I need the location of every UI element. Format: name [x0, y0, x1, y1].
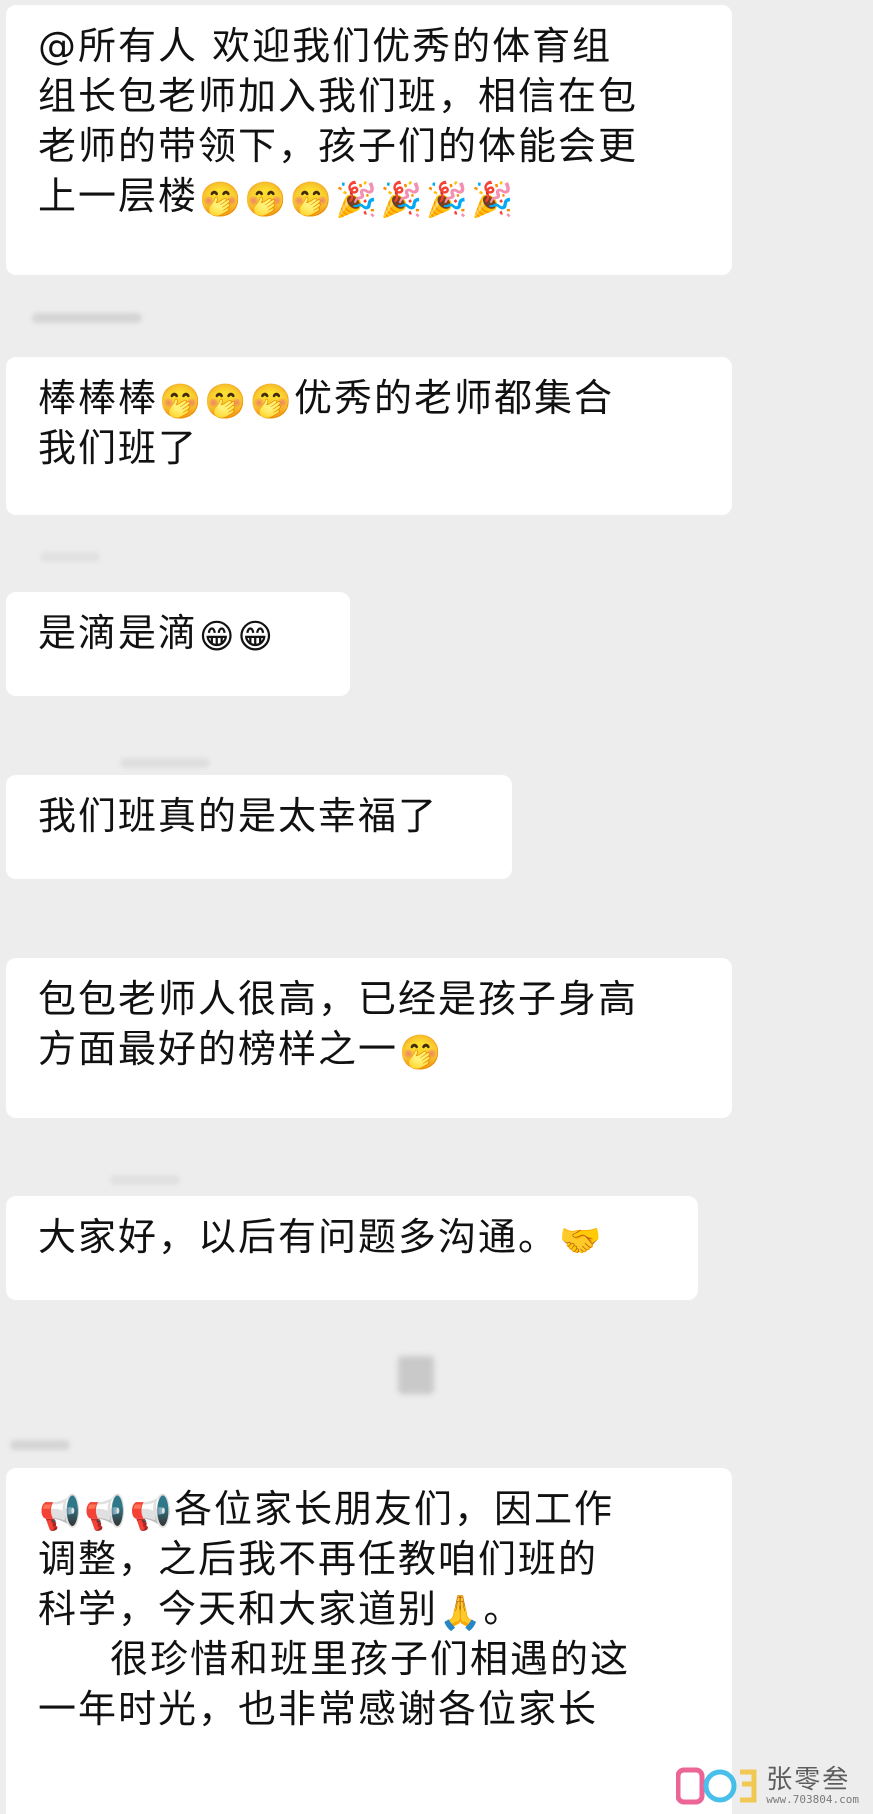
covering-mouth-emoji-icon: 🤭	[244, 180, 289, 220]
watermark-name: 张零叁	[766, 1765, 851, 1795]
covering-mouth-emoji-icon: 🤭	[399, 1033, 444, 1073]
message-text: 。	[483, 1587, 524, 1631]
message-text: 上一层楼	[38, 174, 199, 218]
sender-name-blurred	[40, 552, 100, 562]
message-text: 科学，今天和大家道别	[38, 1587, 439, 1631]
sender-name-blurred	[32, 313, 142, 323]
message-line: 科学，今天和大家道别🙏。	[38, 1584, 704, 1634]
message-bubble-farewell[interactable]: 📢📢📢各位家长朋友们，因工作 调整，之后我不再任教咱们班的 科学，今天和大家道别…	[6, 1468, 732, 1814]
folded-hands-emoji-icon: 🙏	[439, 1593, 484, 1633]
message-bubble-agree[interactable]: 是滴是滴😁😁	[6, 592, 350, 696]
message-line: 我们班真的是太幸福了	[38, 794, 439, 838]
party-popper-emoji-icon: 🎉	[380, 180, 425, 220]
covering-mouth-emoji-icon: 🤭	[159, 382, 204, 422]
message-bubble-welcome[interactable]: @所有人 欢迎我们优秀的体育组 组长包老师加入我们班，相信在包 老师的带领下，孩…	[6, 5, 732, 275]
megaphone-emoji-icon: 📢	[84, 1493, 129, 1533]
message-text: 棒棒棒	[38, 376, 159, 420]
message-line: 📢📢📢各位家长朋友们，因工作	[38, 1484, 704, 1534]
message-text: 各位家长朋友们，因工作	[174, 1487, 615, 1531]
message-text: 是滴是滴	[38, 611, 199, 655]
message-line: @所有人 欢迎我们优秀的体育组	[38, 24, 613, 68]
message-line: 一年时光，也非常感谢各位家长	[38, 1687, 599, 1731]
message-line: 调整，之后我不再任教咱们班的	[38, 1537, 599, 1581]
handshake-emoji-icon: 🤝	[559, 1221, 604, 1261]
message-line: 很珍惜和班里孩子们相遇的这	[110, 1637, 631, 1681]
grinning-emoji-icon: 😁	[237, 617, 275, 657]
covering-mouth-emoji-icon: 🤭	[289, 180, 335, 220]
blurred-content	[398, 1356, 434, 1394]
message-text: 方面最好的榜样之一	[38, 1027, 399, 1071]
covering-mouth-emoji-icon: 🤭	[204, 382, 249, 422]
message-bubble-happy[interactable]: 我们班真的是太幸福了	[6, 775, 512, 879]
message-bubble-hello[interactable]: 大家好，以后有问题多沟通。🤝	[6, 1196, 698, 1300]
message-line: 是滴是滴😁😁	[38, 608, 322, 658]
site-watermark: 张零叁 www.703804.com	[675, 1764, 859, 1808]
megaphone-emoji-icon: 📢	[39, 1493, 84, 1533]
message-line: 上一层楼🤭🤭🤭🎉🎉🎉🎉	[38, 171, 704, 221]
sender-name-blurred	[120, 758, 210, 768]
covering-mouth-emoji-icon: 🤭	[199, 180, 244, 220]
message-line: 组长包老师加入我们班，相信在包	[38, 74, 639, 118]
message-line: 棒棒棒🤭🤭🤭优秀的老师都集合	[38, 373, 704, 423]
covering-mouth-emoji-icon: 🤭	[249, 382, 295, 422]
message-line: 方面最好的榜样之一🤭	[38, 1024, 704, 1074]
party-popper-emoji-icon: 🎉	[471, 180, 516, 220]
message-line: 大家好，以后有问题多沟通。🤝	[38, 1212, 670, 1262]
message-text: 大家好，以后有问题多沟通。	[38, 1215, 559, 1259]
grinning-emoji-icon: 😁	[199, 617, 237, 657]
message-line: 老师的带领下，孩子们的体能会更	[38, 124, 639, 168]
message-line: 包包老师人很高，已经是孩子身高	[38, 977, 639, 1021]
watermark-logo-icon	[675, 1764, 760, 1808]
message-bubble-praise[interactable]: 棒棒棒🤭🤭🤭优秀的老师都集合 我们班了	[6, 357, 732, 515]
message-text: 优秀的老师都集合	[294, 376, 615, 420]
megaphone-emoji-icon: 📢	[129, 1493, 175, 1533]
watermark-url: www.703804.com	[766, 1793, 859, 1806]
sender-name-blurred	[110, 1175, 180, 1185]
party-popper-emoji-icon: 🎉	[425, 180, 471, 220]
message-line: 我们班了	[38, 426, 199, 470]
message-bubble-tall[interactable]: 包包老师人很高，已经是孩子身高 方面最好的榜样之一🤭	[6, 958, 732, 1118]
sender-name-blurred	[10, 1440, 70, 1450]
party-popper-emoji-icon: 🎉	[335, 180, 380, 220]
